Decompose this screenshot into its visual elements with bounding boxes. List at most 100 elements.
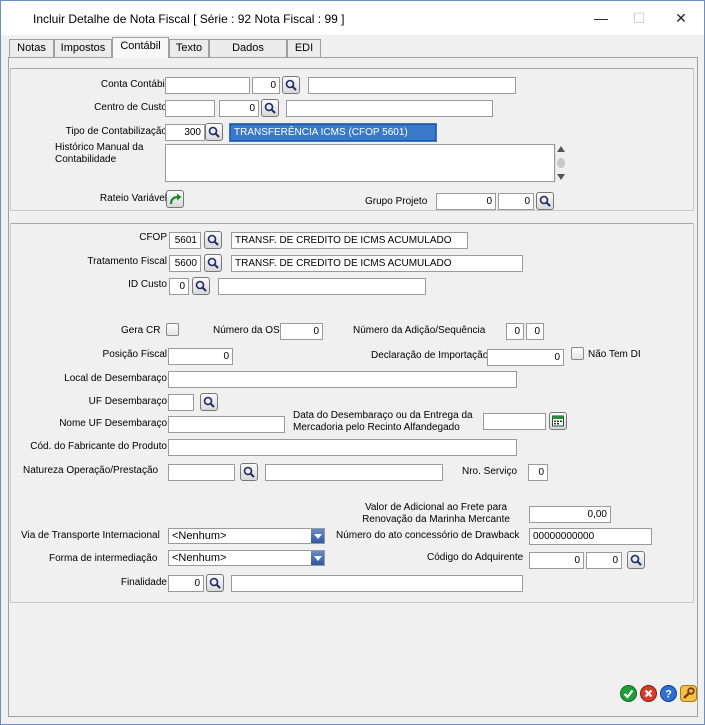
nome-uf-input[interactable] bbox=[168, 416, 285, 433]
grupo-projeto-b-input[interactable]: 0 bbox=[498, 193, 534, 210]
adicao-a-input[interactable]: 0 bbox=[506, 323, 524, 340]
close-button[interactable]: ✕ bbox=[661, 7, 701, 29]
valor-adicional-label: Valor de Adicional ao Frete para Renovaç… bbox=[362, 502, 510, 525]
tools-button[interactable] bbox=[680, 685, 697, 702]
window-title: Incluir Detalhe de Nota Fiscal [ Série :… bbox=[33, 12, 345, 26]
valor-adicional-input[interactable]: 0,00 bbox=[529, 506, 611, 523]
decl-import-input[interactable]: 0 bbox=[487, 349, 564, 366]
confirm-button[interactable] bbox=[620, 685, 637, 702]
arrow-redo-icon bbox=[169, 193, 182, 205]
cod-adquirente-label: Código do Adquirente bbox=[427, 552, 524, 563]
conta-contabil-search-button[interactable] bbox=[282, 76, 300, 94]
nome-uf-label: Nome UF Desembaraço bbox=[59, 418, 167, 429]
centro-custo-search-button[interactable] bbox=[261, 99, 279, 117]
id-custo-code-input[interactable]: 0 bbox=[169, 278, 189, 295]
nao-tem-di-checkbox[interactable] bbox=[571, 347, 584, 360]
centro-custo-code-input[interactable] bbox=[165, 100, 215, 117]
tab-contabil[interactable]: Contábil bbox=[112, 37, 169, 58]
tab-notas[interactable]: Notas bbox=[9, 39, 54, 57]
local-desemb-label: Local de Desembaraço bbox=[64, 373, 167, 384]
historico-label: Histórico Manual da Contabilidade bbox=[55, 142, 144, 165]
forma-intermed-value: <Nenhum> bbox=[172, 552, 227, 564]
id-custo-label: ID Custo bbox=[128, 279, 167, 290]
grupo-projeto-search-button[interactable] bbox=[536, 192, 554, 210]
via-transporte-value: <Nenhum> bbox=[172, 530, 227, 542]
tratamento-fiscal-code-input[interactable]: 5600 bbox=[169, 255, 201, 272]
finalidade-search-button[interactable] bbox=[206, 574, 224, 592]
grupo-projeto-a-input[interactable]: 0 bbox=[436, 193, 496, 210]
help-button[interactable]: ? bbox=[660, 685, 677, 702]
tipo-contab-search-button[interactable] bbox=[205, 123, 223, 141]
cod-adquirente-search-button[interactable] bbox=[627, 551, 645, 569]
conta-contabil-desc-input[interactable] bbox=[308, 77, 516, 94]
tipo-contab-code-input[interactable]: 300 bbox=[165, 124, 205, 141]
num-drawback-label: Número do ato concessório de Drawback bbox=[336, 530, 520, 541]
conta-contabil-label: Conta Contábil bbox=[100, 79, 167, 90]
finalidade-label: Finalidade bbox=[120, 577, 167, 588]
natureza-code-input[interactable] bbox=[168, 464, 235, 481]
title-bar: Incluir Detalhe de Nota Fiscal [ Série :… bbox=[1, 1, 704, 35]
tab-texto[interactable]: Texto bbox=[169, 39, 209, 57]
cod-adquirente-a-input[interactable]: 0 bbox=[529, 552, 584, 569]
search-icon bbox=[209, 577, 221, 589]
search-icon bbox=[264, 102, 276, 114]
num-drawback-input[interactable]: 00000000000 bbox=[529, 528, 652, 545]
nro-servico-input[interactable]: 0 bbox=[528, 464, 548, 481]
gera-cr-checkbox[interactable] bbox=[166, 323, 179, 336]
cfop-search-button[interactable] bbox=[204, 231, 222, 249]
svg-text:?: ? bbox=[665, 689, 672, 701]
id-custo-desc-input[interactable] bbox=[218, 278, 426, 295]
cod-adquirente-b-input[interactable]: 0 bbox=[586, 552, 622, 569]
help-icon: ? bbox=[665, 689, 672, 701]
finalidade-desc-input[interactable] bbox=[231, 575, 523, 592]
search-icon bbox=[203, 396, 215, 408]
tratamento-fiscal-search-button[interactable] bbox=[204, 254, 222, 272]
tipo-contab-desc-input[interactable]: TRANSFERÊNCIA ICMS (CFOP 5601) bbox=[229, 123, 437, 142]
search-icon bbox=[195, 280, 207, 292]
numero-os-label: Número da OS bbox=[213, 325, 280, 336]
forma-intermed-select[interactable]: <Nenhum> bbox=[168, 550, 325, 566]
via-transporte-select[interactable]: <Nenhum> bbox=[168, 528, 325, 544]
dialog-window: Incluir Detalhe de Nota Fiscal [ Série :… bbox=[0, 0, 705, 725]
conta-contabil-code-input[interactable] bbox=[165, 77, 250, 94]
uf-desemb-search-button[interactable] bbox=[200, 393, 218, 411]
data-desemb-calendar-button[interactable] bbox=[549, 412, 567, 430]
tab-impostos[interactable]: Impostos bbox=[54, 39, 112, 57]
posicao-fiscal-input[interactable]: 0 bbox=[168, 348, 233, 365]
tipo-contab-label: Tipo de Contabilização bbox=[65, 126, 167, 137]
natureza-desc-input[interactable] bbox=[265, 464, 443, 481]
local-desemb-input[interactable] bbox=[168, 371, 517, 388]
finalidade-code-input[interactable]: 0 bbox=[168, 575, 204, 592]
minimize-button[interactable]: — bbox=[581, 7, 621, 29]
natureza-search-button[interactable] bbox=[240, 463, 258, 481]
rateio-button[interactable] bbox=[166, 190, 184, 208]
centro-custo-digit-input[interactable]: 0 bbox=[219, 100, 259, 117]
centro-custo-label: Centro de Custo bbox=[94, 102, 167, 113]
uf-desemb-input[interactable] bbox=[168, 394, 194, 411]
nao-tem-di-label: Não Tem DI bbox=[588, 349, 641, 360]
centro-custo-desc-input[interactable] bbox=[286, 100, 493, 117]
cfop-code-input[interactable]: 5601 bbox=[169, 232, 201, 249]
cod-fabricante-input[interactable] bbox=[168, 439, 517, 456]
tab-edi[interactable]: EDI bbox=[287, 39, 321, 57]
historico-textarea[interactable] bbox=[165, 144, 555, 182]
data-desemb-label: Data do Desembaraço ou da Entrega da Mer… bbox=[293, 410, 473, 433]
data-desemb-input[interactable] bbox=[483, 413, 546, 430]
numero-os-input[interactable]: 0 bbox=[280, 323, 323, 340]
tratamento-fiscal-desc-input[interactable]: TRANSF. DE CREDITO DE ICMS ACUMULADO bbox=[231, 255, 523, 272]
id-custo-search-button[interactable] bbox=[192, 277, 210, 295]
historico-scrollbar[interactable] bbox=[555, 144, 567, 182]
scroll-arrows-icon bbox=[557, 146, 565, 180]
tab-dados-seguro[interactable]: Dados Seguro bbox=[209, 39, 287, 70]
chevron-down-icon bbox=[311, 551, 324, 565]
conta-contabil-digit-input[interactable]: 0 bbox=[252, 77, 280, 94]
cancel-button[interactable] bbox=[640, 685, 657, 702]
adicao-b-input[interactable]: 0 bbox=[526, 323, 544, 340]
search-icon bbox=[208, 126, 220, 138]
cfop-desc-input[interactable]: TRANSF. DE CREDITO DE ICMS ACUMULADO bbox=[231, 232, 468, 249]
accounting-group: Conta Contábil 0 Centro de Custo 0 Tipo … bbox=[10, 68, 694, 211]
uf-desemb-label: UF Desembaraço bbox=[88, 396, 167, 407]
forma-intermed-label: Forma de intermediação bbox=[49, 553, 158, 564]
rateio-label: Rateio Variável bbox=[99, 193, 167, 204]
search-icon bbox=[207, 257, 219, 269]
